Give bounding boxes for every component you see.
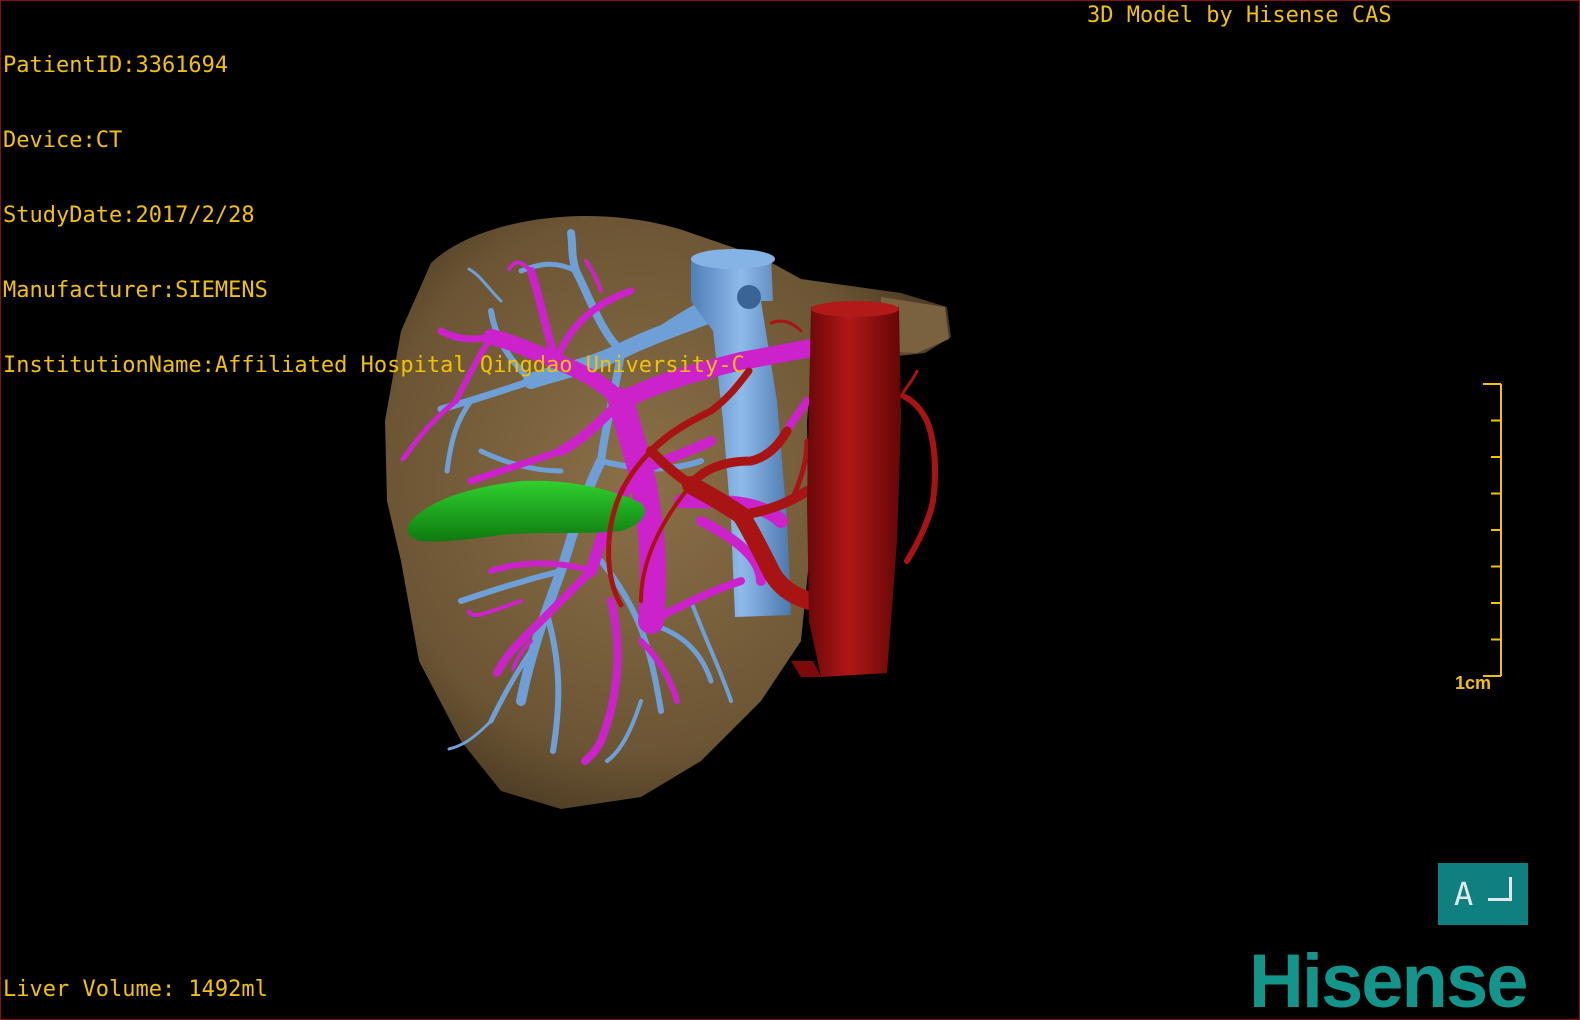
scale-bar <box>1483 383 1502 677</box>
model-credit: 3D Model by Hisense CAS <box>1087 3 1392 28</box>
orientation-corner-icon <box>1488 877 1512 901</box>
patient-id: PatientID:3361694 <box>3 53 229 78</box>
study-date: StudyDate:2017/2/28 <box>3 203 255 228</box>
3d-viewport[interactable]: PatientID:3361694 Device:CT StudyDate:20… <box>0 0 1580 1020</box>
liver-volume: Liver Volume: 1492ml <box>3 977 268 1002</box>
hisense-logo: Hisense <box>1249 939 1528 1020</box>
scale-bar-label: 1cm <box>1455 673 1492 693</box>
device: Device:CT <box>3 128 123 153</box>
dicom-info-overlay: PatientID:3361694 Device:CT StudyDate:20… <box>3 3 745 428</box>
manufacturer: Manufacturer:SIEMENS <box>3 278 268 303</box>
institution-name: InstitutionName:Affiliated Hospital Qing… <box>3 353 745 378</box>
orientation-button[interactable]: A <box>1438 863 1528 925</box>
orientation-label: A <box>1454 875 1474 913</box>
